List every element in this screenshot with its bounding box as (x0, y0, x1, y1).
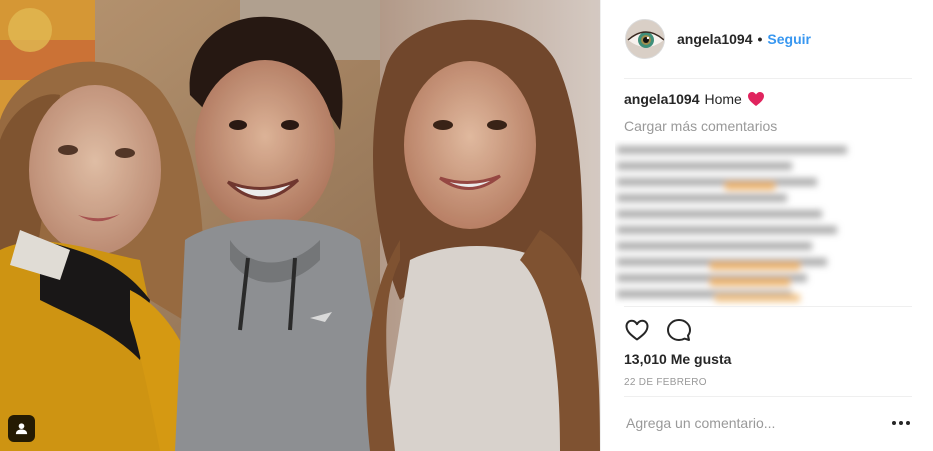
separator-dot: • (757, 31, 763, 47)
caption-username[interactable]: angela1094 (624, 91, 700, 107)
follow-button[interactable]: Seguir (767, 31, 811, 47)
red-heart-icon (747, 91, 765, 107)
post-date[interactable]: 22 DE FEBRERO (624, 377, 707, 388)
speech-bubble-icon[interactable] (666, 317, 692, 343)
group-photo-illustration (0, 0, 600, 451)
post-header: angela1094 • Seguir (601, 0, 933, 78)
comment-input[interactable] (626, 410, 876, 436)
user-tag-icon (15, 423, 28, 435)
heart-outline-icon[interactable] (624, 317, 650, 343)
instagram-post: angela1094 • Seguir angela1094 Home Carg… (0, 0, 933, 451)
blurred-comments-graphic (617, 146, 847, 302)
post-caption: angela1094 Home (624, 91, 765, 107)
blurred-comments (615, 140, 865, 310)
more-options-icon[interactable] (892, 417, 910, 429)
post-photo[interactable] (0, 0, 600, 451)
actions-divider (624, 306, 912, 307)
post-actions (624, 317, 708, 343)
post-side-panel: angela1094 • Seguir angela1094 Home Carg… (600, 0, 933, 451)
eye-avatar-image (626, 20, 664, 58)
load-more-comments-link[interactable]: Cargar más comentarios (624, 118, 777, 134)
author-username[interactable]: angela1094 (677, 31, 753, 47)
more-dot (899, 421, 903, 425)
likes-count[interactable]: 13,010 Me gusta (624, 351, 731, 367)
header-text: angela1094 • Seguir (677, 31, 811, 47)
comment-divider (624, 396, 912, 397)
header-divider (624, 78, 912, 79)
caption-text: Home (704, 91, 742, 107)
avatar[interactable] (625, 19, 665, 59)
more-dot (906, 421, 910, 425)
more-dot (892, 421, 896, 425)
user-tag-button[interactable] (8, 415, 35, 442)
